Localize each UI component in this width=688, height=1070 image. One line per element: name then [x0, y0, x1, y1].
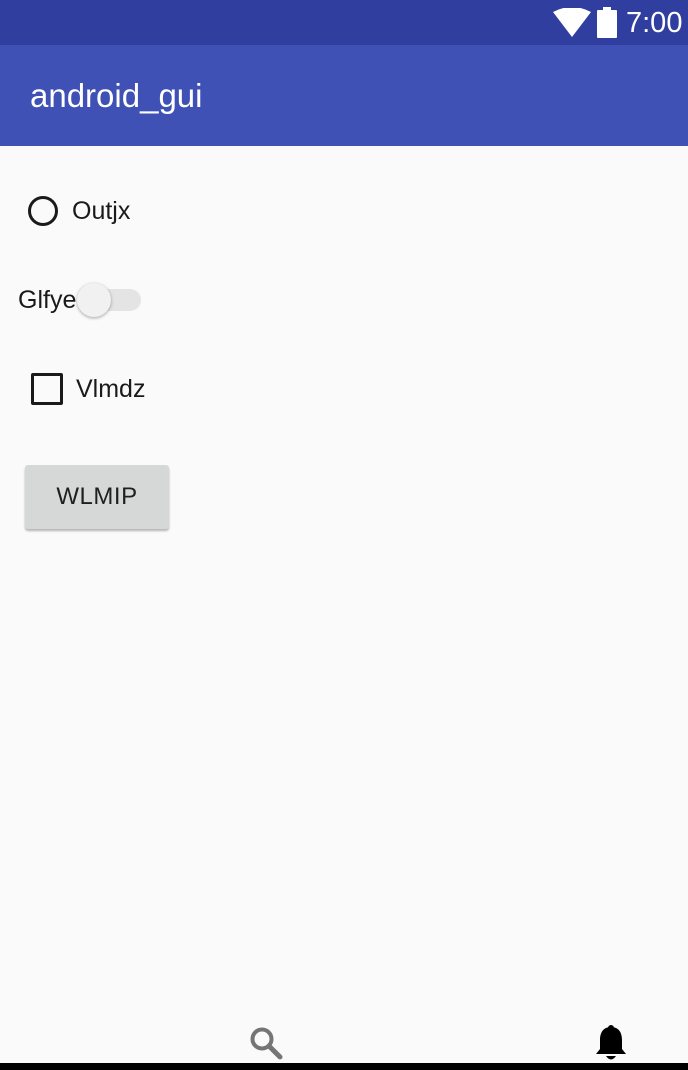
radio-button-icon[interactable]	[28, 196, 58, 226]
switch-label: Glfye	[18, 286, 77, 314]
battery-icon	[597, 7, 617, 38]
switch-thumb[interactable]	[77, 283, 112, 317]
checkbox-label: Vlmdz	[76, 375, 146, 403]
radio-label: Outjx	[72, 197, 131, 225]
wlmip-button[interactable]: WLMIP	[25, 465, 169, 529]
switch-glfye[interactable]: Glfye	[18, 283, 143, 317]
checkbox-vlmdz[interactable]: Vlmdz	[31, 372, 145, 406]
status-time: 7:00	[626, 7, 683, 39]
bell-icon[interactable]	[594, 1024, 628, 1062]
app-bar: android_gui	[0, 45, 688, 146]
status-bar: 7:00	[0, 0, 688, 45]
wifi-icon	[553, 8, 591, 37]
toggle-switch[interactable]	[77, 283, 143, 317]
bottom-edge	[0, 1063, 688, 1070]
checkbox-icon[interactable]	[31, 373, 63, 405]
search-icon[interactable]	[248, 1026, 284, 1062]
radio-outjx[interactable]: Outjx	[28, 192, 130, 230]
app-title: android_gui	[30, 77, 203, 114]
